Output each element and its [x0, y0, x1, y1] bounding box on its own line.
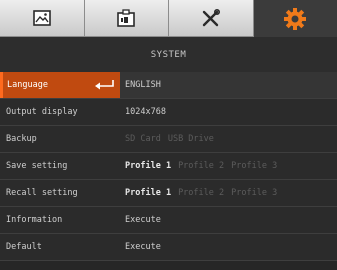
row-save-setting[interactable]: Save setting Profile 1 Profile 2 Profile…: [0, 153, 337, 180]
tab-camera[interactable]: [84, 0, 169, 37]
save-profile-1[interactable]: Profile 1: [125, 161, 171, 171]
row-values: Execute: [120, 215, 161, 225]
recall-profile-3[interactable]: Profile 3: [231, 188, 277, 198]
row-default[interactable]: Default Execute: [0, 234, 337, 261]
row-values: SD Card USB Drive: [120, 134, 214, 144]
row-output-display[interactable]: Output display 1024x768: [0, 99, 337, 126]
menu-rows: Language ENGLISH Output display 1024x768…: [0, 72, 337, 261]
row-information[interactable]: Information Execute: [0, 207, 337, 234]
save-profile-3[interactable]: Profile 3: [231, 161, 277, 171]
information-execute[interactable]: Execute: [125, 215, 161, 225]
row-values: 1024x768: [120, 107, 166, 117]
row-label: Recall setting: [6, 188, 78, 198]
output-display-value[interactable]: 1024x768: [125, 107, 166, 117]
row-values: ENGLISH: [120, 80, 161, 90]
row-label: Default: [6, 242, 42, 252]
row-label: Output display: [6, 107, 78, 117]
osd-menu: SYSTEM Language ENGLISH Output display 1…: [0, 0, 337, 270]
camera-icon: [116, 9, 136, 27]
recall-profile-1[interactable]: Profile 1: [125, 188, 171, 198]
section-title: SYSTEM: [0, 37, 337, 73]
backup-usb-drive[interactable]: USB Drive: [168, 134, 214, 144]
row-values: Profile 1 Profile 2 Profile 3: [120, 188, 277, 198]
enter-icon: [95, 80, 115, 90]
tools-icon: [201, 9, 221, 27]
row-recall-setting[interactable]: Recall setting Profile 1 Profile 2 Profi…: [0, 180, 337, 207]
row-label: Information: [6, 215, 63, 225]
recall-profile-2[interactable]: Profile 2: [178, 188, 224, 198]
save-profile-2[interactable]: Profile 2: [178, 161, 224, 171]
tab-image[interactable]: [0, 0, 85, 37]
tab-tools[interactable]: [169, 0, 254, 37]
language-value[interactable]: ENGLISH: [125, 80, 161, 90]
row-backup[interactable]: Backup SD Card USB Drive: [0, 126, 337, 153]
backup-sd-card[interactable]: SD Card: [125, 134, 161, 144]
image-icon: [32, 10, 51, 26]
gear-icon: [283, 7, 307, 31]
row-label: Save setting: [6, 161, 68, 171]
row-values: Execute: [120, 242, 161, 252]
tab-system[interactable]: [253, 0, 337, 37]
row-label: Backup: [6, 134, 37, 144]
row-values: Profile 1 Profile 2 Profile 3: [120, 161, 277, 171]
default-execute[interactable]: Execute: [125, 242, 161, 252]
row-language[interactable]: Language ENGLISH: [0, 72, 337, 99]
tab-bar: [0, 0, 337, 37]
